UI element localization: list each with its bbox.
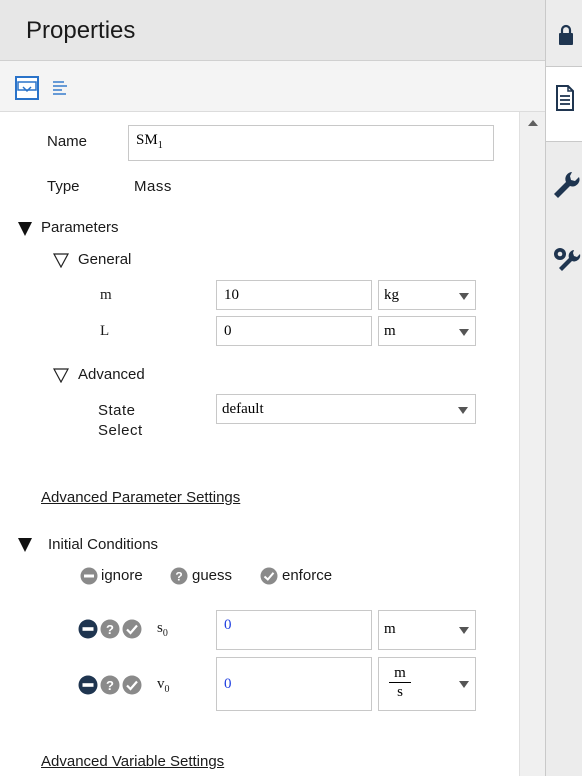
chevron-down-icon: [459, 329, 469, 336]
type-value: Mass: [134, 178, 172, 195]
param-label-L: L: [100, 323, 110, 339]
param-value-L[interactable]: 0: [216, 316, 372, 346]
name-value: SM: [136, 132, 158, 148]
lock-icon[interactable]: [558, 24, 574, 46]
parameters-header: Parameters: [41, 219, 119, 236]
vertical-scrollbar[interactable]: [519, 112, 546, 776]
var-v0-sub: 0: [164, 684, 170, 695]
var-unit-s0: m: [384, 621, 396, 637]
var-unit-v0-dropdown[interactable]: m s: [378, 657, 476, 711]
guess-icon[interactable]: ?: [100, 619, 120, 639]
param-unit-L: m: [384, 323, 396, 339]
chevron-down-icon: [459, 293, 469, 300]
collapse-general-icon[interactable]: [53, 252, 69, 268]
initial-conditions-header: Initial Conditions: [48, 536, 159, 553]
type-label: Type: [47, 178, 80, 195]
enforce-icon: [260, 567, 278, 585]
advanced-header: Advanced: [78, 366, 145, 383]
document-icon: [556, 85, 574, 111]
ignore-icon[interactable]: [78, 619, 98, 639]
ignore-icon: [80, 567, 98, 585]
title-bar: Properties: [0, 0, 545, 61]
state-select-label-line2: Select: [98, 422, 143, 439]
guess-icon[interactable]: ?: [100, 675, 120, 695]
svg-text:?: ?: [175, 570, 182, 584]
property-view-icon[interactable]: [15, 76, 39, 100]
var-unit-v0-fraction: m s: [389, 664, 411, 701]
toolbar: [0, 61, 545, 112]
legend-guess-label: guess: [192, 567, 233, 584]
param-value-m[interactable]: 10: [216, 280, 372, 310]
ignore-icon[interactable]: [78, 675, 98, 695]
var-value-s0[interactable]: 0: [216, 610, 372, 650]
var-unit-v0-denominator: s: [389, 682, 411, 701]
advanced-parameter-settings-link[interactable]: Advanced Parameter Settings: [41, 489, 240, 506]
var-unit-s0-dropdown[interactable]: m: [378, 610, 476, 650]
settings-wrench-icon[interactable]: [552, 244, 582, 278]
var-unit-v0-numerator: m: [394, 665, 406, 681]
name-value-subscript: 1: [157, 140, 163, 151]
sidebar-tab-properties[interactable]: [546, 66, 582, 142]
collapse-advanced-icon[interactable]: [53, 367, 69, 383]
panel-title: Properties: [26, 17, 136, 44]
state-select-value: default: [222, 401, 264, 417]
right-sidebar: [545, 0, 582, 776]
svg-text:?: ?: [106, 678, 114, 693]
state-select-label-line1: State: [98, 402, 136, 419]
param-unit-L-dropdown[interactable]: m: [378, 316, 476, 346]
properties-panel: Properties Name SM1 Type Mass Parameters…: [0, 0, 546, 776]
var-label-s0: s0: [157, 620, 168, 639]
var-v0-base: v: [157, 676, 165, 692]
legend-enforce-label: enforce: [282, 567, 333, 584]
legend-ignore-label: ignore: [101, 567, 143, 584]
list-view-icon[interactable]: [50, 76, 72, 98]
name-label: Name: [47, 133, 88, 150]
collapse-initial-conditions-icon[interactable]: [18, 538, 32, 552]
name-field[interactable]: SM1: [128, 125, 494, 161]
s0-status-selector: ?: [78, 619, 148, 639]
chevron-down-icon: [458, 407, 468, 414]
scroll-up-arrow-icon[interactable]: [528, 120, 538, 126]
svg-text:?: ?: [106, 622, 114, 637]
param-label-m: m: [100, 287, 112, 303]
param-unit-m-dropdown[interactable]: kg: [378, 280, 476, 310]
var-s0-sub: 0: [162, 628, 168, 639]
enforce-icon[interactable]: [122, 619, 142, 639]
collapse-parameters-icon[interactable]: [18, 222, 32, 236]
v0-status-selector: ?: [78, 675, 148, 695]
enforce-icon[interactable]: [122, 675, 142, 695]
chevron-down-icon: [459, 681, 469, 688]
general-header: General: [78, 251, 132, 268]
var-value-v0[interactable]: 0: [216, 657, 372, 711]
param-unit-m: kg: [384, 287, 399, 303]
advanced-variable-settings-link[interactable]: Advanced Variable Settings: [41, 753, 224, 770]
state-select-dropdown[interactable]: default: [216, 394, 476, 424]
guess-icon: ?: [170, 567, 188, 585]
chevron-down-icon: [459, 627, 469, 634]
wrench-icon[interactable]: [552, 168, 580, 204]
var-label-v0: v0: [157, 676, 170, 695]
